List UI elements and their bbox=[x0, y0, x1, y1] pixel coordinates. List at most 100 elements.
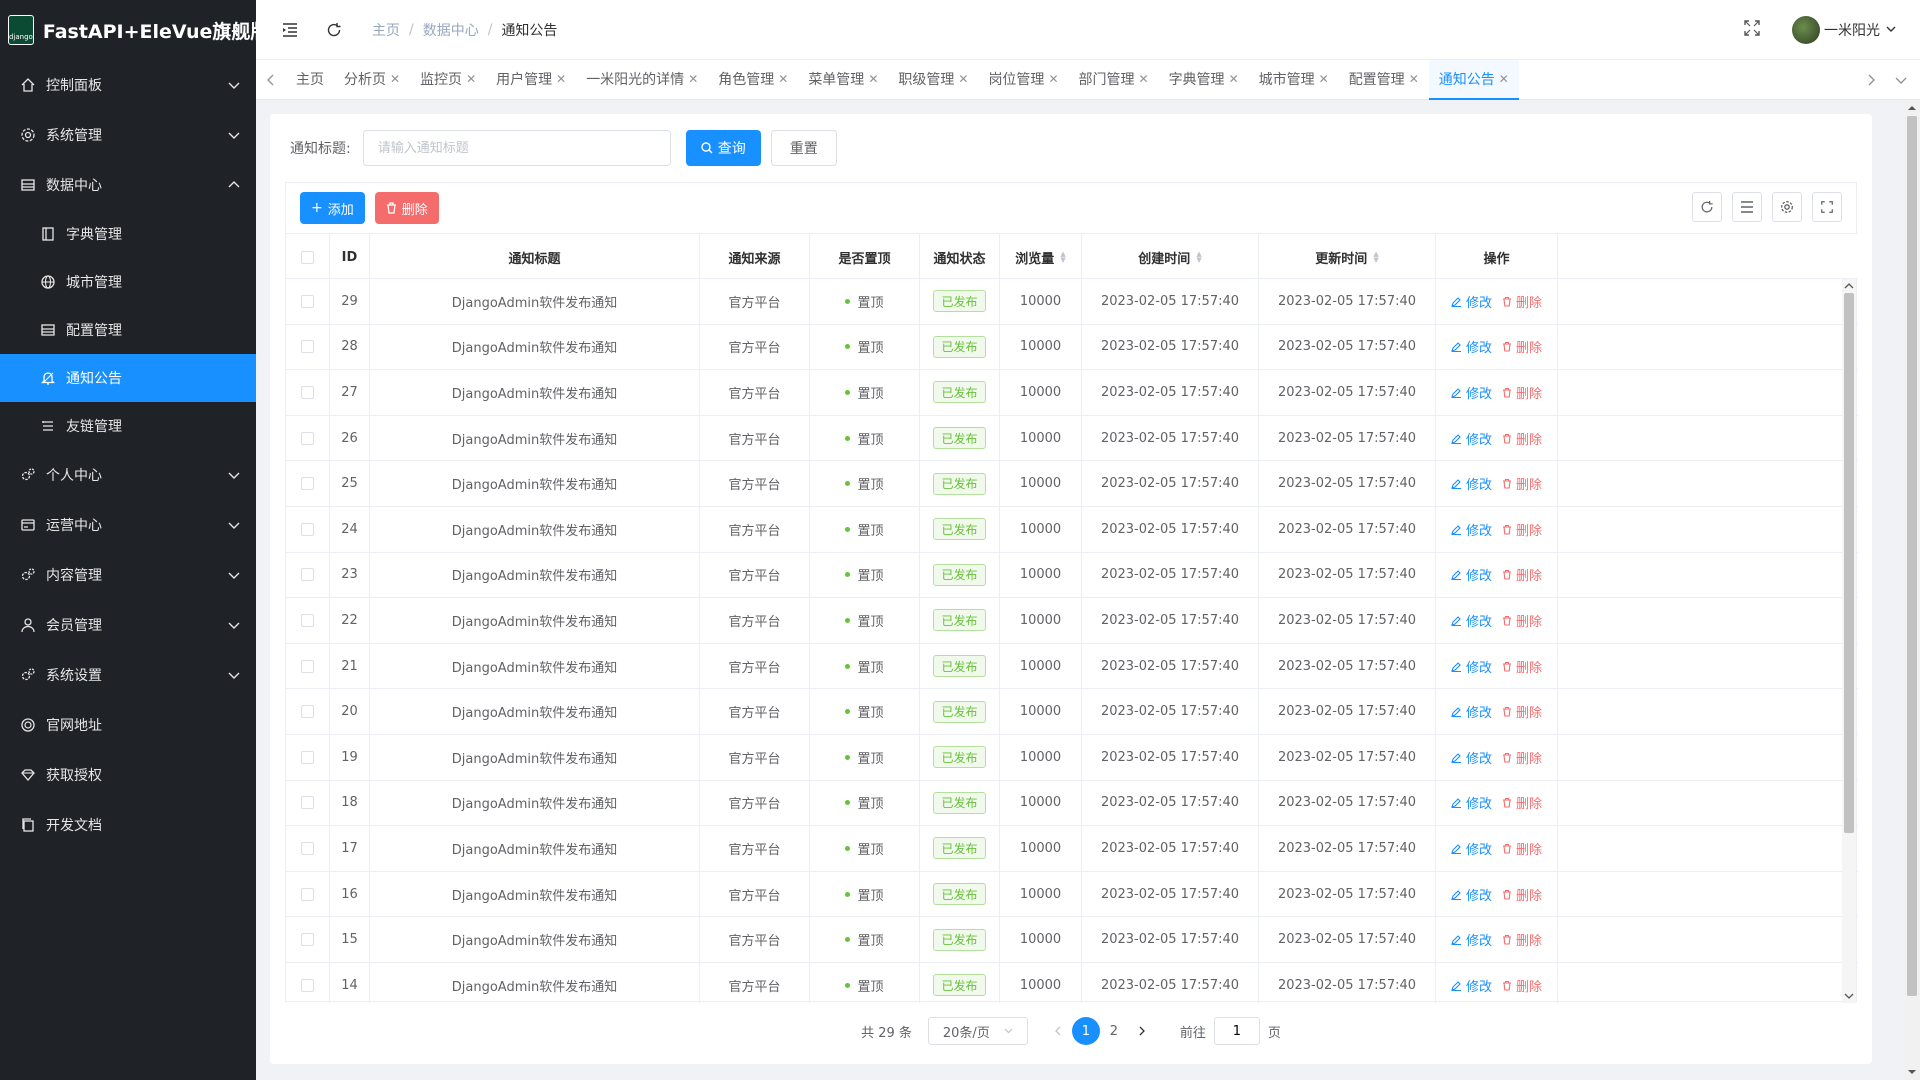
row-checkbox[interactable] bbox=[301, 750, 314, 764]
close-icon[interactable]: ✕ bbox=[1499, 72, 1509, 86]
tab-3[interactable]: 用户管理 ✕ bbox=[486, 60, 576, 100]
edit-button[interactable]: 修改 bbox=[1451, 702, 1492, 721]
sidebar-item-14[interactable]: 获取授权 bbox=[0, 750, 256, 800]
row-checkbox[interactable] bbox=[301, 613, 314, 627]
close-icon[interactable]: ✕ bbox=[688, 72, 698, 86]
batch-delete-button[interactable]: 删除 bbox=[374, 192, 439, 224]
close-icon[interactable]: ✕ bbox=[1048, 72, 1058, 86]
close-icon[interactable]: ✕ bbox=[390, 72, 400, 86]
close-icon[interactable]: ✕ bbox=[958, 72, 968, 86]
column-header-8[interactable]: 更新时间 ▲ ▼ bbox=[1259, 234, 1436, 280]
delete-button[interactable]: 删除 bbox=[1502, 702, 1542, 721]
row-checkbox[interactable] bbox=[301, 887, 314, 901]
page-scrollbar-thumb[interactable] bbox=[1907, 116, 1917, 996]
table-fullscreen-icon[interactable] bbox=[1812, 192, 1842, 222]
sidebar-item-0[interactable]: 控制面板 bbox=[0, 60, 256, 110]
table-scrollbar[interactable] bbox=[1842, 279, 1856, 1003]
column-header-6[interactable]: 浏览量 ▲ ▼ bbox=[1000, 234, 1082, 280]
edit-button[interactable]: 修改 bbox=[1451, 657, 1492, 676]
column-header-7[interactable]: 创建时间 ▲ ▼ bbox=[1082, 234, 1259, 280]
refresh-icon[interactable] bbox=[324, 20, 344, 40]
delete-button[interactable]: 删除 bbox=[1502, 429, 1542, 448]
edit-button[interactable]: 修改 bbox=[1451, 474, 1492, 493]
table-scrollbar-thumb[interactable] bbox=[1844, 293, 1854, 833]
tab-2[interactable]: 监控页 ✕ bbox=[410, 60, 486, 100]
sort-icon[interactable]: ▲ ▼ bbox=[1060, 251, 1065, 264]
close-icon[interactable]: ✕ bbox=[778, 72, 788, 86]
row-checkbox[interactable] bbox=[301, 568, 314, 582]
tab-9[interactable]: 部门管理 ✕ bbox=[1069, 60, 1159, 100]
sidebar-item-4[interactable]: 城市管理 bbox=[0, 258, 256, 306]
page-2[interactable]: 2 bbox=[1100, 1017, 1128, 1045]
delete-button[interactable]: 删除 bbox=[1502, 292, 1542, 311]
sidebar-item-13[interactable]: 官网地址 bbox=[0, 700, 256, 750]
username[interactable]: 一米阳光 bbox=[1824, 20, 1880, 40]
delete-button[interactable]: 删除 bbox=[1502, 474, 1542, 493]
delete-button[interactable]: 删除 bbox=[1502, 976, 1542, 995]
breadcrumb-home[interactable]: 主页 bbox=[372, 20, 400, 40]
sidebar-item-11[interactable]: 会员管理 bbox=[0, 600, 256, 650]
tab-6[interactable]: 菜单管理 ✕ bbox=[798, 60, 888, 100]
tab-13[interactable]: 通知公告 ✕ bbox=[1428, 59, 1519, 100]
search-input[interactable] bbox=[362, 130, 671, 166]
density-icon[interactable] bbox=[1732, 192, 1762, 222]
menu-fold-icon[interactable] bbox=[280, 20, 300, 40]
row-checkbox[interactable] bbox=[301, 978, 314, 992]
delete-button[interactable]: 删除 bbox=[1502, 611, 1542, 630]
add-button[interactable]: + 添加 bbox=[300, 192, 365, 224]
column-settings-icon[interactable] bbox=[1772, 192, 1802, 222]
edit-button[interactable]: 修改 bbox=[1451, 611, 1492, 630]
next-page-button[interactable] bbox=[1128, 1017, 1156, 1045]
tab-11[interactable]: 城市管理 ✕ bbox=[1249, 60, 1339, 100]
edit-button[interactable]: 修改 bbox=[1451, 383, 1492, 402]
edit-button[interactable]: 修改 bbox=[1451, 793, 1492, 812]
tabs-scroll-left-icon[interactable] bbox=[256, 60, 286, 100]
sidebar-item-8[interactable]: 个人中心 bbox=[0, 450, 256, 500]
goto-page-input[interactable] bbox=[1213, 1017, 1260, 1045]
edit-button[interactable]: 修改 bbox=[1451, 337, 1492, 356]
edit-button[interactable]: 修改 bbox=[1451, 748, 1492, 767]
avatar[interactable] bbox=[1792, 16, 1820, 44]
row-checkbox[interactable] bbox=[301, 431, 314, 445]
delete-button[interactable]: 删除 bbox=[1502, 839, 1542, 858]
chevron-down-icon[interactable] bbox=[1886, 22, 1896, 38]
row-checkbox[interactable] bbox=[301, 841, 314, 855]
delete-button[interactable]: 删除 bbox=[1502, 383, 1542, 402]
close-icon[interactable]: ✕ bbox=[868, 72, 878, 86]
sidebar-item-7[interactable]: 友链管理 bbox=[0, 402, 256, 450]
sidebar-item-2[interactable]: 数据中心 bbox=[0, 160, 256, 210]
query-button[interactable]: 查询 bbox=[685, 130, 761, 166]
row-checkbox[interactable] bbox=[301, 659, 314, 673]
close-icon[interactable]: ✕ bbox=[466, 72, 476, 86]
reset-button[interactable]: 重置 bbox=[770, 130, 837, 166]
sidebar-item-6[interactable]: 通知公告 bbox=[0, 354, 256, 402]
breadcrumb-data-center[interactable]: 数据中心 bbox=[423, 20, 479, 40]
tab-8[interactable]: 岗位管理 ✕ bbox=[978, 60, 1068, 100]
edit-button[interactable]: 修改 bbox=[1451, 930, 1492, 949]
sidebar-item-3[interactable]: 字典管理 bbox=[0, 210, 256, 258]
row-checkbox[interactable] bbox=[301, 385, 314, 399]
row-checkbox[interactable] bbox=[301, 294, 314, 308]
table-refresh-icon[interactable] bbox=[1692, 192, 1722, 222]
edit-button[interactable]: 修改 bbox=[1451, 565, 1492, 584]
delete-button[interactable]: 删除 bbox=[1502, 885, 1542, 904]
sidebar-item-5[interactable]: 配置管理 bbox=[0, 306, 256, 354]
delete-button[interactable]: 删除 bbox=[1502, 748, 1542, 767]
sidebar-item-1[interactable]: 系统管理 bbox=[0, 110, 256, 160]
tab-0[interactable]: 主页 bbox=[286, 60, 334, 100]
sidebar-item-10[interactable]: 内容管理 bbox=[0, 550, 256, 600]
tab-1[interactable]: 分析页 ✕ bbox=[334, 60, 410, 100]
tabs-more-icon[interactable] bbox=[1886, 60, 1916, 100]
edit-button[interactable]: 修改 bbox=[1451, 885, 1492, 904]
tabs-scroll-right-icon[interactable] bbox=[1856, 60, 1886, 100]
close-icon[interactable]: ✕ bbox=[1139, 72, 1149, 86]
tab-5[interactable]: 角色管理 ✕ bbox=[708, 60, 798, 100]
close-icon[interactable]: ✕ bbox=[1229, 72, 1239, 86]
row-checkbox[interactable] bbox=[301, 522, 314, 536]
delete-button[interactable]: 删除 bbox=[1502, 930, 1542, 949]
sidebar-item-15[interactable]: 开发文档 bbox=[0, 800, 256, 850]
edit-button[interactable]: 修改 bbox=[1451, 839, 1492, 858]
close-icon[interactable]: ✕ bbox=[1409, 72, 1419, 86]
tab-10[interactable]: 字典管理 ✕ bbox=[1159, 60, 1249, 100]
sidebar-item-12[interactable]: 系统设置 bbox=[0, 650, 256, 700]
